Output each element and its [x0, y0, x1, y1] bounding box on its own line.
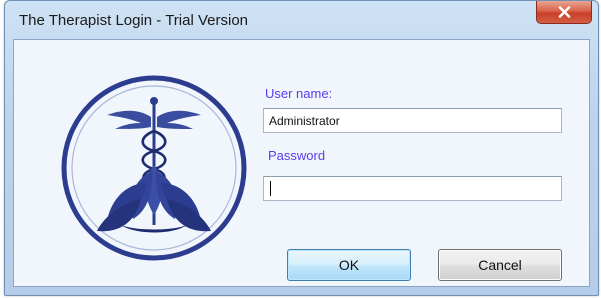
password-label: Password [268, 148, 326, 163]
password-input[interactable] [263, 176, 562, 201]
ok-button[interactable]: OK [287, 249, 411, 281]
title-bar[interactable]: The Therapist Login - Trial Version [5, 1, 598, 39]
close-icon [558, 6, 571, 18]
window-title: The Therapist Login - Trial Version [19, 12, 249, 29]
login-dialog: The Therapist Login - Trial Version User… [4, 0, 599, 296]
caduceus-lotus-logo [61, 75, 247, 266]
username-label: User name: [265, 86, 333, 101]
text-cursor [270, 181, 271, 196]
dialog-body: User name: Password OK Cancel [13, 39, 590, 287]
close-button[interactable] [536, 1, 592, 24]
cancel-button[interactable]: Cancel [438, 249, 562, 281]
username-input[interactable] [263, 108, 562, 133]
